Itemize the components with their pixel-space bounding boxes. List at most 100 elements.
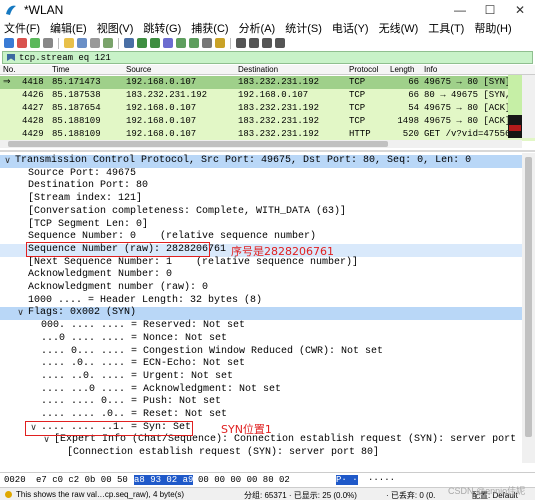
tree-row-field[interactable]: 1000 .... = Header Length: 32 bytes (8) bbox=[0, 295, 522, 308]
tree-label: [TCP Segment Len: 0] bbox=[28, 218, 149, 230]
packet-info: 49675 → 80 [ACK] bbox=[424, 103, 511, 113]
packet-info: 80 → 49675 [SYN, bbox=[424, 90, 511, 100]
display-filter-input[interactable]: tcp.stream eq 121 bbox=[19, 53, 111, 63]
tree-expanded-icon[interactable]: ∨ bbox=[16, 307, 25, 320]
packet-protocol: TCP bbox=[349, 90, 366, 100]
zoom-out-icon[interactable] bbox=[249, 38, 259, 48]
column-header-source[interactable]: Source bbox=[126, 65, 151, 74]
packet-minimap[interactable] bbox=[508, 75, 522, 138]
first-packet-icon[interactable] bbox=[176, 38, 186, 48]
tree-expanded-icon[interactable]: ∨ bbox=[3, 155, 12, 168]
packet-info: 49675 → 80 [ACK] bbox=[424, 116, 511, 126]
packet-length: 66 bbox=[408, 90, 419, 100]
close-button[interactable]: ✕ bbox=[505, 0, 535, 20]
normal-size-icon[interactable] bbox=[262, 38, 272, 48]
packet-row[interactable]: 4426 85.187538 183.232.231.192 192.168.0… bbox=[0, 89, 535, 102]
display-filter-bar[interactable]: tcp.stream eq 121 bbox=[2, 51, 533, 64]
packet-destination: 183.232.231.192 bbox=[238, 77, 320, 87]
tree-row-field[interactable]: [Conversation completeness: Complete, WI… bbox=[0, 206, 522, 219]
tree-row-flag[interactable]: .... ...0 .... = Acknowledgment: Not set bbox=[0, 384, 522, 397]
column-header-destination[interactable]: Destination bbox=[238, 65, 278, 74]
bytes-hex-post: 00 00 00 00 80 02 bbox=[198, 475, 290, 485]
tree-row-flag[interactable]: .... .... .0.. = Reset: Not set bbox=[0, 409, 522, 422]
column-header-protocol[interactable]: Protocol bbox=[349, 65, 378, 74]
column-header-time[interactable]: Time bbox=[52, 65, 69, 74]
menu-edit[interactable]: 编辑(E) bbox=[45, 20, 92, 36]
menu-file[interactable]: 文件(F) bbox=[0, 20, 45, 36]
packet-time: 85.171473 bbox=[52, 77, 101, 87]
tree-row-field[interactable]: [TCP Segment Len: 0] bbox=[0, 219, 522, 232]
find-packet-icon[interactable] bbox=[124, 38, 134, 48]
filter-bookmark-icon[interactable] bbox=[6, 53, 16, 62]
last-packet-icon[interactable] bbox=[189, 38, 199, 48]
go-back-icon[interactable] bbox=[137, 38, 147, 48]
menu-wireless[interactable]: 无线(W) bbox=[374, 20, 424, 36]
tree-row-field[interactable]: Source Port: 49675 bbox=[0, 168, 522, 181]
details-vertical-scrollbar[interactable] bbox=[522, 153, 535, 463]
packet-protocol: HTTP bbox=[349, 129, 371, 139]
column-header-info[interactable]: Info bbox=[424, 65, 437, 74]
menu-telephony[interactable]: 电话(Y) bbox=[327, 20, 374, 36]
column-header-no[interactable]: No. bbox=[3, 65, 15, 74]
expert-info-status-icon[interactable] bbox=[5, 491, 12, 498]
column-header-length[interactable]: Length bbox=[390, 65, 414, 74]
packet-time: 85.188109 bbox=[52, 116, 101, 126]
capture-options-icon[interactable] bbox=[43, 38, 53, 48]
tree-row-field[interactable]: Acknowledgment number (raw): 0 bbox=[0, 282, 522, 295]
autoscroll-icon[interactable] bbox=[202, 38, 212, 48]
packet-row[interactable]: 4428 85.188109 192.168.0.107 183.232.231… bbox=[0, 115, 535, 128]
tree-row-flag[interactable]: .... .0.. .... = ECN-Echo: Not set bbox=[0, 358, 522, 371]
menu-capture[interactable]: 捕获(C) bbox=[186, 20, 233, 36]
menu-help[interactable]: 帮助(H) bbox=[469, 20, 516, 36]
tree-row-flag[interactable]: .... .... 0... = Push: Not set bbox=[0, 396, 522, 409]
colorize-icon[interactable] bbox=[215, 38, 225, 48]
packet-no: 4429 bbox=[22, 129, 44, 139]
tree-row-flag[interactable]: .... ..0. .... = Urgent: Not set bbox=[0, 371, 522, 384]
resize-columns-icon[interactable] bbox=[275, 38, 285, 48]
start-capture-icon[interactable] bbox=[4, 38, 14, 48]
menu-view[interactable]: 视图(V) bbox=[92, 20, 139, 36]
packet-row[interactable]: 4427 85.187654 192.168.0.107 183.232.231… bbox=[0, 102, 535, 115]
tree-label: [Conversation completeness: Complete, WI… bbox=[28, 205, 347, 217]
go-forward-icon[interactable] bbox=[150, 38, 160, 48]
go-to-packet-icon[interactable] bbox=[163, 38, 173, 48]
tree-row-tcp[interactable]: ∨ Transmission Control Protocol, Src Por… bbox=[0, 155, 522, 168]
tree-row-flag[interactable]: 000. .... .... = Reserved: Not set bbox=[0, 320, 522, 333]
reload-icon[interactable] bbox=[103, 38, 113, 48]
tree-expanded-icon[interactable]: ∨ bbox=[42, 434, 51, 447]
packet-list-horizontal-scrollbar[interactable] bbox=[0, 140, 522, 148]
tree-row-flag[interactable]: .... 0... .... = Congestion Window Reduc… bbox=[0, 346, 522, 359]
menu-go[interactable]: 跳转(G) bbox=[138, 20, 186, 36]
menu-tools[interactable]: 工具(T) bbox=[423, 20, 469, 36]
close-file-icon[interactable] bbox=[90, 38, 100, 48]
packet-time: 85.187654 bbox=[52, 103, 101, 113]
tree-label: .... 0... .... = Congestion Window Reduc… bbox=[41, 345, 384, 357]
packet-row[interactable]: ⇒ 4418 85.171473 192.168.0.107 183.232.2… bbox=[0, 76, 535, 89]
menu-analyze[interactable]: 分析(A) bbox=[234, 20, 281, 36]
packet-no: 4426 bbox=[22, 90, 44, 100]
tree-label: [Expert Info (Chat/Sequence): Connection… bbox=[54, 434, 535, 446]
tree-row-flag[interactable]: ...0 .... .... = Nonce: Not set bbox=[0, 333, 522, 346]
packet-protocol: TCP bbox=[349, 116, 366, 126]
zoom-in-icon[interactable] bbox=[236, 38, 246, 48]
packet-length: 1498 bbox=[397, 116, 419, 126]
tree-label: .... .... 0... = Push: Not set bbox=[41, 396, 222, 408]
pane-splitter[interactable] bbox=[0, 150, 535, 152]
tree-row-field[interactable]: Acknowledgment Number: 0 bbox=[0, 269, 522, 282]
open-file-icon[interactable] bbox=[64, 38, 74, 48]
save-file-icon[interactable] bbox=[77, 38, 87, 48]
tree-label: ...0 .... .... = Nonce: Not set bbox=[41, 332, 228, 344]
tree-row-field[interactable]: [Stream index: 121] bbox=[0, 193, 522, 206]
maximize-button[interactable]: ☐ bbox=[475, 0, 505, 20]
packet-list-vertical-scrollbar[interactable] bbox=[522, 75, 535, 138]
menu-statistics[interactable]: 统计(S) bbox=[280, 20, 327, 36]
packet-destination: 192.168.0.107 bbox=[238, 90, 309, 100]
tree-row-flags[interactable]: ∨ Flags: 0x002 (SYN) bbox=[0, 307, 522, 321]
restart-capture-icon[interactable] bbox=[30, 38, 40, 48]
tree-row-field[interactable]: Destination Port: 80 bbox=[0, 180, 522, 193]
minimize-button[interactable]: — bbox=[445, 0, 475, 20]
scrollbar-thumb[interactable] bbox=[8, 141, 388, 147]
stop-capture-icon[interactable] bbox=[17, 38, 27, 48]
tree-row-expert-detail[interactable]: [Connection establish request (SYN): ser… bbox=[0, 447, 522, 460]
scrollbar-thumb[interactable] bbox=[525, 157, 532, 437]
